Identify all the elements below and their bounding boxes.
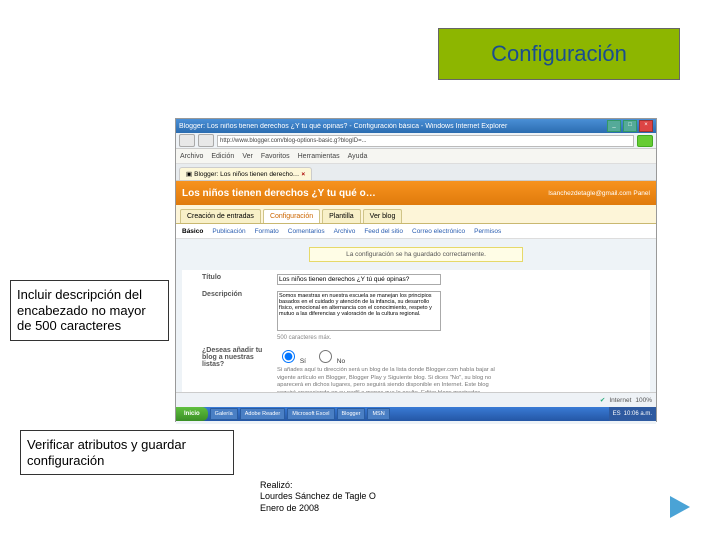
subtab-comments[interactable]: Comentarios [288,228,325,235]
radio-no[interactable]: No [314,347,345,365]
callout-verify: Verificar atributos y guardar configurac… [20,430,234,475]
window-titlebar: Blogger: Los niños tienen derechos ¿Y tu… [176,119,656,133]
page-content: Los niños tienen derechos ¿Y tu qué o… l… [176,181,656,424]
description-label: Descripción [202,291,277,341]
browser-window: Blogger: Los niños tienen derechos ¿Y tu… [175,118,657,422]
subtab-format[interactable]: Formato [255,228,279,235]
menu-item[interactable]: Edición [211,153,234,160]
windows-taskbar: Inicio Galería Adobe Reader Microsoft Ex… [176,407,656,421]
subtab-email[interactable]: Correo electrónico [412,228,465,235]
task-button[interactable]: Blogger [337,408,366,420]
callout-description: Incluir descripción del encabezado no ma… [10,280,169,341]
menu-item[interactable]: Archivo [180,153,203,160]
settings-form: Título Descripción 500 caracteres máx. ¿… [182,270,650,407]
account-info[interactable]: lsanchezdetagle@gmail.com Panel [548,190,650,197]
task-button[interactable]: Galería [210,408,238,420]
radio-yes[interactable]: Sí [277,347,306,365]
browser-tab[interactable]: ▣Blogger: Los niños tienen derecho…× [179,167,312,180]
zone-icon: ✔ [600,396,605,404]
start-button[interactable]: Inicio [176,407,208,421]
tab-posts[interactable]: Creación de entradas [180,209,261,223]
back-button[interactable] [179,134,195,147]
clock: 10:06 a.m. [624,411,652,417]
menu-item[interactable]: Favoritos [261,153,290,160]
sub-tabs: Básico Publicación Formato Comentarios A… [176,224,656,239]
task-button[interactable]: MSN [367,408,389,420]
menu-item[interactable]: Ayuda [348,153,368,160]
credit-block: Realizó: Lourdes Sánchez de Tagle O Ener… [260,480,376,514]
description-textarea[interactable] [277,291,441,331]
menu-item[interactable]: Ver [242,153,253,160]
menu-item[interactable]: Herramientas [298,153,340,160]
minimize-button[interactable]: _ [607,120,621,132]
task-button[interactable]: Adobe Reader [240,408,285,420]
title-label: Título [202,274,277,285]
main-tabs: Creación de entradas Configuración Plant… [176,205,656,224]
go-button[interactable] [637,135,653,147]
tab-settings[interactable]: Configuración [263,209,320,223]
char-counter: 500 caracteres máx. [277,335,441,341]
subtab-publishing[interactable]: Publicación [212,228,245,235]
blog-title: Los niños tienen derechos ¿Y tu qué o… [182,188,376,199]
menu-bar: Archivo Edición Ver Favoritos Herramient… [176,149,656,164]
next-slide-icon[interactable] [670,496,690,518]
internet-zone: Internet [609,397,631,404]
status-bar: ✔ Internet 100% [176,392,656,407]
zoom-level[interactable]: 100% [635,397,652,404]
window-title: Blogger: Los niños tienen derechos ¿Y tu… [179,123,607,130]
favicon: ▣ [186,170,192,178]
forward-button[interactable] [198,134,214,147]
subtab-permissions[interactable]: Permisos [474,228,501,235]
subtab-archive[interactable]: Archivo [334,228,356,235]
address-bar: http://www.blogger.com/blog-options-basi… [176,133,656,149]
tab-view-blog[interactable]: Ver blog [363,209,403,223]
close-button[interactable]: × [639,120,653,132]
title-input[interactable] [277,274,441,285]
slide-title: Configuración [438,28,680,80]
url-field[interactable]: http://www.blogger.com/blog-options-basi… [217,135,634,147]
system-tray: ES 10:06 a.m. [609,407,656,421]
save-notice: La configuración se ha guardado correcta… [309,247,523,262]
tab-template[interactable]: Plantilla [322,209,361,223]
subtab-feed[interactable]: Feed del sitio [364,228,403,235]
lang-indicator[interactable]: ES [613,411,621,417]
maximize-button[interactable]: □ [623,120,637,132]
close-tab-icon[interactable]: × [301,171,305,178]
subtab-basic[interactable]: Básico [182,228,203,235]
listing-label: ¿Deseas añadir tu blog a nuestras listas… [202,347,277,397]
task-button[interactable]: Microsoft Excel [287,408,334,420]
tab-strip: ▣Blogger: Los niños tienen derecho…× [176,164,656,181]
blogger-header: Los niños tienen derechos ¿Y tu qué o… l… [176,181,656,205]
